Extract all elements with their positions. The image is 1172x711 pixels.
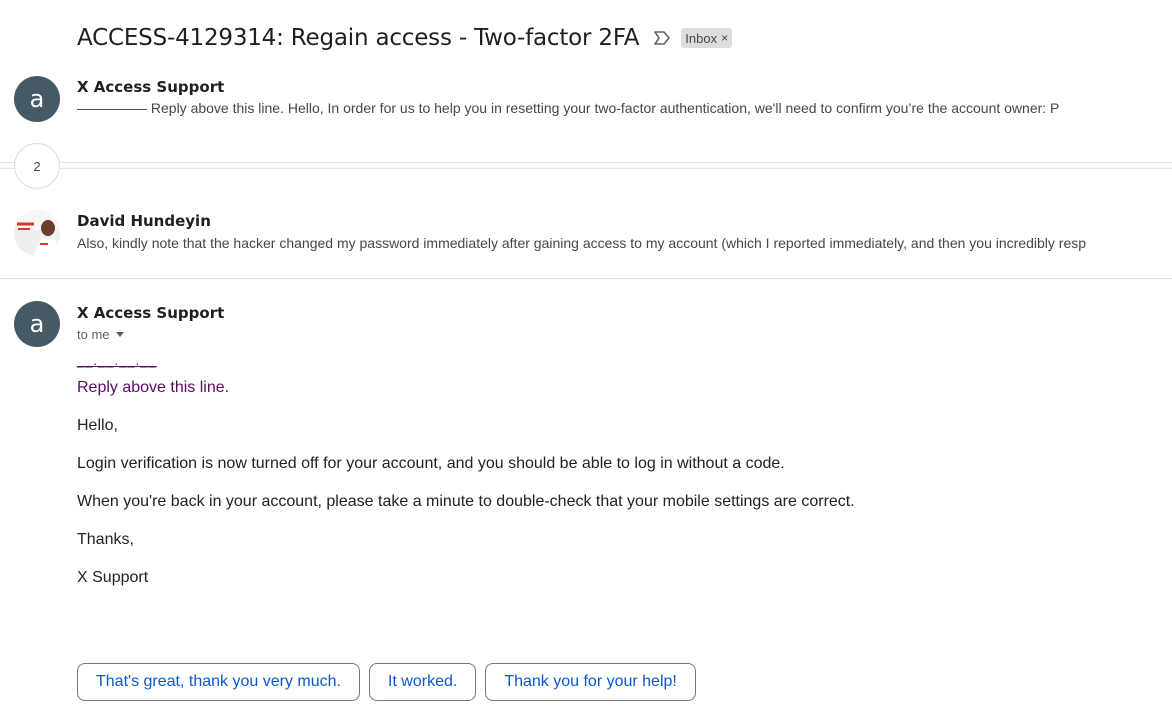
sender-photo-avatar[interactable] [14, 210, 60, 256]
collapsed-divider-top [0, 162, 1172, 163]
remove-label-icon[interactable]: × [721, 31, 728, 45]
chevron-down-icon [115, 332, 124, 337]
reply-marker-link[interactable]: __.__.__.__ [77, 353, 157, 368]
message-snippet[interactable]: Also, kindly note that the hacker change… [77, 235, 1147, 251]
body-greeting: Hello, [77, 417, 118, 434]
thread-header: ACCESS-4129314: Regain access - Two-fact… [77, 22, 733, 54]
thread-subject: ACCESS-4129314: Regain access - Two-fact… [77, 25, 640, 51]
body-paragraph: Login verification is now turned off for… [77, 455, 785, 472]
message-snippet[interactable]: ————— Reply above this line. Hello, In o… [77, 100, 1147, 116]
collapsed-messages-count[interactable]: 2 [14, 143, 60, 189]
sender-name[interactable]: X Access Support [77, 304, 224, 322]
sender-avatar[interactable]: a [14, 301, 60, 347]
smart-reply-button[interactable]: Thank you for your help! [485, 663, 696, 701]
recipient-label: to me [77, 327, 110, 342]
recipient-details-toggle[interactable]: to me [77, 327, 124, 342]
body-signoff: Thanks, [77, 531, 134, 548]
body-paragraph: When you're back in your account, please… [77, 493, 855, 510]
reply-above-line: Reply above this line. [77, 379, 230, 396]
body-signature: X Support [77, 569, 149, 586]
label-chip-inbox: Inbox × [681, 28, 733, 48]
message-divider [0, 278, 1172, 279]
importance-marker-icon[interactable] [653, 31, 671, 45]
smart-reply-button[interactable]: That's great, thank you very much. [77, 663, 360, 701]
smart-replies: That's great, thank you very much. It wo… [77, 663, 696, 701]
smart-reply-button[interactable]: It worked. [368, 663, 477, 701]
sender-name[interactable]: David Hundeyin [77, 212, 211, 230]
sender-avatar[interactable]: a [14, 76, 60, 122]
collapsed-divider-bottom [0, 168, 1172, 169]
sender-name[interactable]: X Access Support [77, 78, 224, 96]
label-chip-text: Inbox [685, 30, 718, 46]
